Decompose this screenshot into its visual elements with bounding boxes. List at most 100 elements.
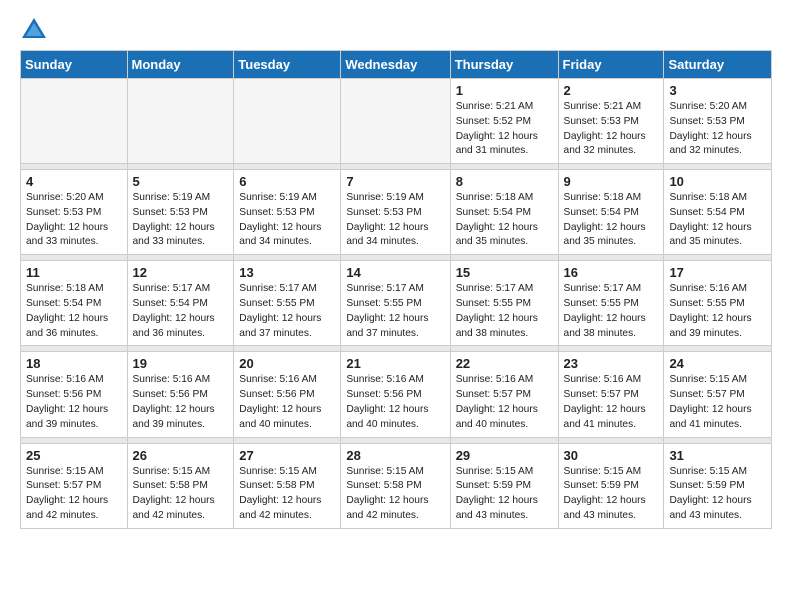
day-info: Sunrise: 5:15 AM Sunset: 5:59 PM Dayligh… [669, 465, 766, 524]
calendar-cell: 3 Sunrise: 5:20 AM Sunset: 5:53 PM Daylig… [664, 79, 772, 164]
calendar-cell: 16Sunrise: 5:17 AM Sunset: 5:55 PM Dayli… [558, 261, 664, 346]
page: SundayMondayTuesdayWednesdayThursdayFrid… [0, 0, 792, 545]
calendar-cell: 12 Sunrise: 5:17 AM Sunset: 5:54 PM Dayli… [127, 261, 234, 346]
day-info: Sunrise: 5:15 AM Sunset: 5:59 PM Dayligh… [564, 465, 659, 524]
day-info: Sunrise: 5:20 AM Sunset: 5:53 PM Dayligh… [26, 191, 122, 250]
day-info: Sunrise: 5:16 AM Sunset: 5:55 PM Dayligh… [669, 282, 766, 341]
weekday-header-friday: Friday [558, 51, 664, 79]
weekday-header-wednesday: Wednesday [341, 51, 450, 79]
calendar-cell: 18 Sunrise: 5:16 AM Sunset: 5:56 PM Dayli… [21, 352, 128, 437]
calendar-cell: 27 Sunrise: 5:15 AM Sunset: 5:58 PM Dayli… [234, 443, 341, 528]
day-info: Sunrise: 5:18 AM Sunset: 5:54 PM Dayligh… [669, 191, 766, 250]
calendar-cell: 17Sunrise: 5:16 AM Sunset: 5:55 PM Dayli… [664, 261, 772, 346]
day-number: 3 [669, 83, 766, 98]
day-info: Sunrise: 5:18 AM Sunset: 5:54 PM Dayligh… [456, 191, 553, 250]
calendar-cell: 2Sunrise: 5:21 AM Sunset: 5:53 PM Daylig… [558, 79, 664, 164]
day-info: Sunrise: 5:15 AM Sunset: 5:57 PM Dayligh… [26, 465, 122, 524]
calendar-week-1: 1 Sunrise: 5:21 AM Sunset: 5:52 PM Daylig… [21, 79, 772, 164]
day-number: 14 [346, 265, 444, 280]
day-number: 8 [456, 174, 553, 189]
calendar-cell: 13Sunrise: 5:17 AM Sunset: 5:55 PM Dayli… [234, 261, 341, 346]
day-info: Sunrise: 5:18 AM Sunset: 5:54 PM Dayligh… [26, 282, 122, 341]
day-info: Sunrise: 5:17 AM Sunset: 5:55 PM Dayligh… [346, 282, 444, 341]
calendar-cell [21, 79, 128, 164]
day-info: Sunrise: 5:17 AM Sunset: 5:55 PM Dayligh… [564, 282, 659, 341]
day-number: 31 [669, 448, 766, 463]
day-number: 30 [564, 448, 659, 463]
day-info: Sunrise: 5:16 AM Sunset: 5:56 PM Dayligh… [26, 373, 122, 432]
day-number: 11 [26, 265, 122, 280]
calendar-cell: 6Sunrise: 5:19 AM Sunset: 5:53 PM Daylig… [234, 170, 341, 255]
day-info: Sunrise: 5:15 AM Sunset: 5:59 PM Dayligh… [456, 465, 553, 524]
day-number: 5 [133, 174, 229, 189]
day-info: Sunrise: 5:20 AM Sunset: 5:53 PM Dayligh… [669, 100, 766, 159]
calendar-cell: 4 Sunrise: 5:20 AM Sunset: 5:53 PM Daylig… [21, 170, 128, 255]
day-number: 7 [346, 174, 444, 189]
calendar-cell: 25 Sunrise: 5:15 AM Sunset: 5:57 PM Dayli… [21, 443, 128, 528]
calendar-cell: 9Sunrise: 5:18 AM Sunset: 5:54 PM Daylig… [558, 170, 664, 255]
calendar-week-4: 18 Sunrise: 5:16 AM Sunset: 5:56 PM Dayli… [21, 352, 772, 437]
day-number: 19 [133, 356, 229, 371]
calendar-cell: 28 Sunrise: 5:15 AM Sunset: 5:58 PM Dayli… [341, 443, 450, 528]
calendar-cell: 20 Sunrise: 5:16 AM Sunset: 5:56 PM Dayli… [234, 352, 341, 437]
day-info: Sunrise: 5:16 AM Sunset: 5:56 PM Dayligh… [346, 373, 444, 432]
day-info: Sunrise: 5:19 AM Sunset: 5:53 PM Dayligh… [133, 191, 229, 250]
calendar-cell: 26 Sunrise: 5:15 AM Sunset: 5:58 PM Dayli… [127, 443, 234, 528]
calendar-cell: 8 Sunrise: 5:18 AM Sunset: 5:54 PM Daylig… [450, 170, 558, 255]
day-info: Sunrise: 5:19 AM Sunset: 5:53 PM Dayligh… [346, 191, 444, 250]
day-info: Sunrise: 5:17 AM Sunset: 5:55 PM Dayligh… [239, 282, 335, 341]
day-number: 10 [669, 174, 766, 189]
day-info: Sunrise: 5:17 AM Sunset: 5:55 PM Dayligh… [456, 282, 553, 341]
day-number: 29 [456, 448, 553, 463]
day-number: 2 [564, 83, 659, 98]
calendar-cell: 29 Sunrise: 5:15 AM Sunset: 5:59 PM Dayli… [450, 443, 558, 528]
day-number: 4 [26, 174, 122, 189]
day-number: 20 [239, 356, 335, 371]
day-number: 18 [26, 356, 122, 371]
calendar-cell: 24Sunrise: 5:15 AM Sunset: 5:57 PM Dayli… [664, 352, 772, 437]
day-number: 12 [133, 265, 229, 280]
day-number: 23 [564, 356, 659, 371]
day-info: Sunrise: 5:16 AM Sunset: 5:57 PM Dayligh… [456, 373, 553, 432]
day-number: 24 [669, 356, 766, 371]
header [20, 16, 772, 44]
calendar-week-2: 4 Sunrise: 5:20 AM Sunset: 5:53 PM Daylig… [21, 170, 772, 255]
day-number: 15 [456, 265, 553, 280]
day-number: 26 [133, 448, 229, 463]
calendar-cell: 10 Sunrise: 5:18 AM Sunset: 5:54 PM Dayli… [664, 170, 772, 255]
calendar-cell: 15 Sunrise: 5:17 AM Sunset: 5:55 PM Dayli… [450, 261, 558, 346]
day-info: Sunrise: 5:18 AM Sunset: 5:54 PM Dayligh… [564, 191, 659, 250]
weekday-header-sunday: Sunday [21, 51, 128, 79]
calendar-cell: 21Sunrise: 5:16 AM Sunset: 5:56 PM Dayli… [341, 352, 450, 437]
calendar-cell: 22Sunrise: 5:16 AM Sunset: 5:57 PM Dayli… [450, 352, 558, 437]
calendar-table: SundayMondayTuesdayWednesdayThursdayFrid… [20, 50, 772, 529]
day-info: Sunrise: 5:15 AM Sunset: 5:58 PM Dayligh… [346, 465, 444, 524]
calendar-cell: 30 Sunrise: 5:15 AM Sunset: 5:59 PM Dayli… [558, 443, 664, 528]
weekday-header-saturday: Saturday [664, 51, 772, 79]
day-info: Sunrise: 5:21 AM Sunset: 5:52 PM Dayligh… [456, 100, 553, 159]
weekday-header-tuesday: Tuesday [234, 51, 341, 79]
day-info: Sunrise: 5:15 AM Sunset: 5:58 PM Dayligh… [239, 465, 335, 524]
day-info: Sunrise: 5:15 AM Sunset: 5:58 PM Dayligh… [133, 465, 229, 524]
weekday-header-monday: Monday [127, 51, 234, 79]
day-number: 27 [239, 448, 335, 463]
day-number: 25 [26, 448, 122, 463]
calendar-cell [234, 79, 341, 164]
calendar-cell: 5 Sunrise: 5:19 AM Sunset: 5:53 PM Daylig… [127, 170, 234, 255]
calendar-cell: 1 Sunrise: 5:21 AM Sunset: 5:52 PM Daylig… [450, 79, 558, 164]
calendar-cell: 31 Sunrise: 5:15 AM Sunset: 5:59 PM Dayli… [664, 443, 772, 528]
day-number: 1 [456, 83, 553, 98]
day-info: Sunrise: 5:16 AM Sunset: 5:57 PM Dayligh… [564, 373, 659, 432]
calendar-cell: 7 Sunrise: 5:19 AM Sunset: 5:53 PM Daylig… [341, 170, 450, 255]
calendar-cell: 14 Sunrise: 5:17 AM Sunset: 5:55 PM Dayli… [341, 261, 450, 346]
calendar-cell: 11 Sunrise: 5:18 AM Sunset: 5:54 PM Dayli… [21, 261, 128, 346]
day-info: Sunrise: 5:17 AM Sunset: 5:54 PM Dayligh… [133, 282, 229, 341]
day-info: Sunrise: 5:16 AM Sunset: 5:56 PM Dayligh… [133, 373, 229, 432]
calendar-header-row: SundayMondayTuesdayWednesdayThursdayFrid… [21, 51, 772, 79]
calendar-week-3: 11 Sunrise: 5:18 AM Sunset: 5:54 PM Dayli… [21, 261, 772, 346]
day-info: Sunrise: 5:16 AM Sunset: 5:56 PM Dayligh… [239, 373, 335, 432]
day-number: 28 [346, 448, 444, 463]
weekday-header-thursday: Thursday [450, 51, 558, 79]
calendar-week-5: 25 Sunrise: 5:15 AM Sunset: 5:57 PM Dayli… [21, 443, 772, 528]
day-number: 6 [239, 174, 335, 189]
